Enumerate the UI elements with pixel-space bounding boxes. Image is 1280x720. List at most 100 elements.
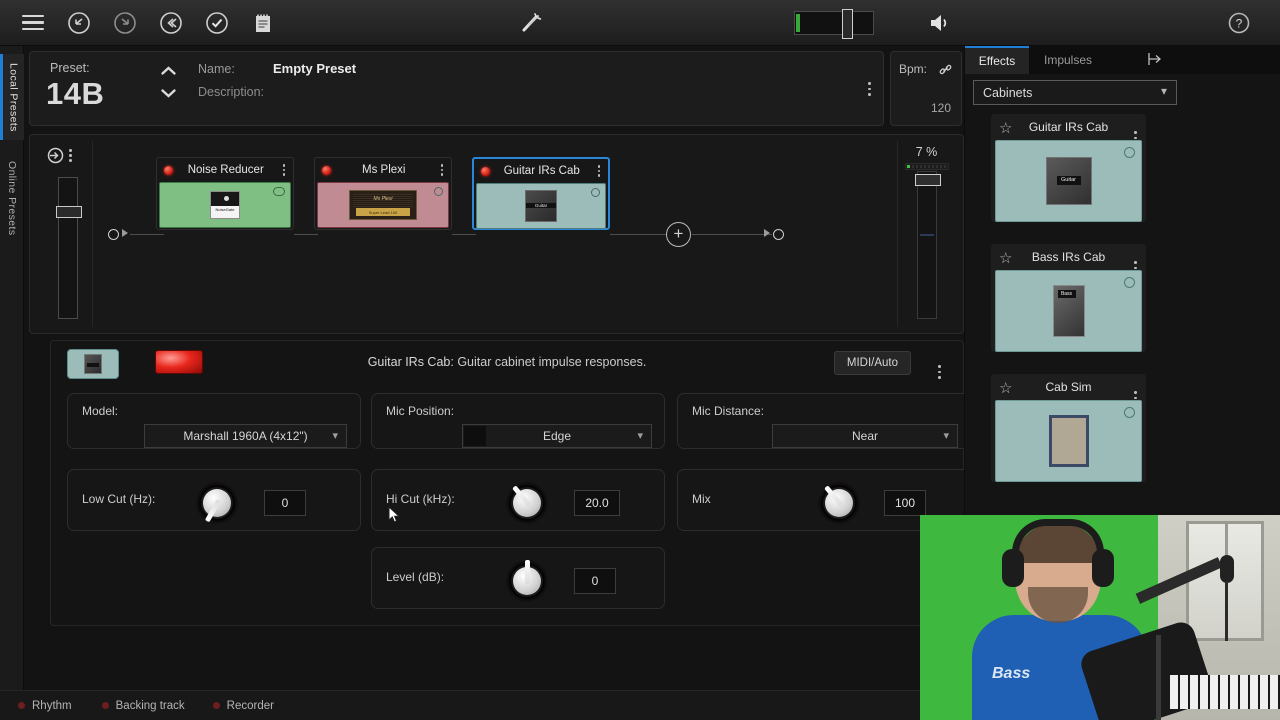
notes-button[interactable]	[240, 0, 286, 46]
hi-cut-value[interactable]: 20.0	[574, 490, 620, 516]
param-label: Hi Cut (kHz):	[386, 492, 455, 506]
category-select-value: Cabinets	[983, 85, 1033, 100]
undo-button[interactable]	[56, 0, 102, 46]
mic-position-select[interactable]: Edge ▾	[462, 424, 652, 448]
bottom-item-recorder[interactable]: Recorder	[212, 700, 274, 712]
effect-card-guitar-irs-cab[interactable]: ☆ Guitar IRs Cab Guitar	[991, 114, 1146, 222]
low-cut-value[interactable]: 0	[264, 490, 306, 516]
output-gain-fader[interactable]	[915, 171, 941, 319]
block-body: Ms Plexi Super Lead 100	[317, 182, 449, 228]
record-dot-icon	[212, 702, 220, 709]
bottom-item-rhythm[interactable]: Rhythm	[18, 700, 72, 712]
confirm-button[interactable]	[194, 0, 240, 46]
chain-block-guitar-irs-cab[interactable]: Guitar IRs Cab Guitar	[472, 157, 610, 230]
preset-up-button[interactable]	[155, 62, 181, 84]
output-percent-label: 7 %	[915, 145, 938, 159]
bass-cab-thumb: Bass	[1052, 285, 1085, 337]
preset-down-button[interactable]	[155, 84, 181, 106]
tab-label: Impulses	[1043, 53, 1093, 67]
level-value[interactable]: 0	[574, 568, 616, 594]
effect-card-cab-sim[interactable]: ☆ Cab Sim	[991, 374, 1146, 482]
input-controls[interactable]	[38, 141, 92, 164]
card-header: ☆ Cab Sim	[991, 374, 1146, 405]
app-root: ? Local Presets Online Presets Preset: 1…	[0, 0, 1280, 720]
webcam-shirt-text: Bass	[992, 665, 1031, 682]
tab-impulses[interactable]: Impulses	[1029, 46, 1107, 74]
block-menu-button[interactable]	[597, 165, 600, 177]
output-meter	[904, 163, 949, 170]
input-gain-fader[interactable]	[56, 177, 82, 319]
preset-menu-button[interactable]	[868, 72, 871, 96]
help-button[interactable]: ?	[1216, 0, 1262, 46]
param-low-cut: Low Cut (Hz): 0	[67, 469, 361, 531]
block-header: Guitar IRs Cab	[474, 159, 608, 183]
tab-effects[interactable]: Effects	[965, 46, 1029, 74]
mix-value[interactable]: 100	[884, 490, 926, 516]
speaker-button[interactable]	[916, 0, 962, 46]
chain-output-node[interactable]	[773, 229, 784, 240]
chain-block-ms-plexi[interactable]: Ms Plexi Ms Plexi Super Lead 100	[314, 157, 452, 230]
reset-button[interactable]	[148, 0, 194, 46]
block-menu-button[interactable]	[282, 164, 285, 176]
category-select[interactable]: Cabinets ▾	[973, 80, 1177, 105]
model-select[interactable]: Marshall 1960A (4x12") ▾	[144, 424, 347, 448]
preset-name-value[interactable]: Empty Preset	[273, 61, 356, 76]
mix-knob[interactable]	[818, 482, 860, 524]
menu-button[interactable]	[10, 0, 56, 46]
chevron-down-icon: ▾	[332, 430, 338, 442]
favorite-star-icon[interactable]: ☆	[999, 119, 1012, 137]
webcam-mic-stand	[1225, 581, 1228, 641]
bpm-card[interactable]: Bpm: 120	[890, 51, 962, 126]
effect-card-bass-irs-cab[interactable]: ☆ Bass IRs Cab Bass	[991, 244, 1146, 352]
bottom-item-backing-track[interactable]: Backing track	[101, 700, 185, 712]
input-menu-button[interactable]	[69, 148, 72, 163]
block-menu-button[interactable]	[440, 164, 443, 176]
rail-tab-online-presets[interactable]: Online Presets	[0, 150, 24, 246]
rail-tab-local-presets[interactable]: Local Presets	[0, 54, 24, 140]
webcam-keyboard	[1170, 675, 1280, 709]
card-header: ☆ Guitar IRs Cab	[991, 114, 1146, 145]
check-circle-icon	[206, 11, 228, 34]
master-volume-slider[interactable]	[794, 8, 874, 39]
bottom-bar: Rhythm Backing track Recorder	[0, 690, 964, 720]
chain-block-noise-reducer[interactable]: Noise Reducer NoiseGate	[156, 157, 294, 230]
volume-handle[interactable]	[842, 8, 853, 39]
hi-cut-knob[interactable]	[506, 482, 548, 524]
block-title: Guitar IRs Cab	[503, 165, 580, 177]
top-toolbar: ?	[0, 0, 1280, 46]
amp-logo-text: Ms Plexi	[373, 196, 393, 202]
card-indicator	[1124, 277, 1135, 288]
tools-button[interactable]	[508, 0, 554, 46]
bpm-value[interactable]: 120	[931, 101, 951, 115]
add-block-button[interactable]: +	[666, 222, 691, 247]
redo-button[interactable]	[102, 0, 148, 46]
param-label: Model:	[82, 404, 119, 418]
editor-menu-button[interactable]	[938, 355, 941, 379]
card-title: Guitar IRs Cab	[1028, 120, 1109, 134]
output-gain-handle[interactable]	[915, 174, 941, 186]
level-knob[interactable]	[506, 560, 548, 602]
mic-distance-select[interactable]: Near ▾	[772, 424, 958, 448]
param-label: Mic Distance:	[692, 404, 765, 418]
input-gain-handle[interactable]	[56, 206, 82, 218]
mic-position-select-value: Edge	[542, 429, 572, 443]
right-collapse-button[interactable]	[1146, 50, 1164, 73]
midi-auto-button[interactable]: MIDI/Auto	[833, 351, 911, 375]
block-title: Ms Plexi	[362, 164, 406, 176]
chain-input-node[interactable]	[108, 229, 119, 240]
preset-card: Preset: 14B Name: Empty Preset Descripti…	[29, 51, 884, 126]
chain-wire	[610, 234, 667, 235]
effect-editor-panel: Guitar IRs Cab: Guitar cabinet impulse r…	[50, 340, 971, 626]
favorite-star-icon[interactable]: ☆	[999, 249, 1012, 267]
param-label: Mix	[692, 492, 711, 506]
preset-stepper[interactable]	[155, 62, 181, 106]
chevron-up-icon	[160, 66, 176, 75]
effect-subtitle: Guitar cabinet impulse responses.	[457, 355, 647, 369]
signal-chain-panel: Noise Reducer NoiseGate Ms Plexi Ms Plex…	[29, 134, 964, 334]
favorite-star-icon[interactable]: ☆	[999, 379, 1012, 397]
low-cut-knob[interactable]	[196, 482, 238, 524]
effect-description: Guitar IRs Cab: Guitar cabinet impulse r…	[51, 355, 963, 369]
volume-track[interactable]	[794, 8, 874, 39]
output-marker	[920, 234, 934, 236]
bpm-link-button[interactable]	[938, 62, 953, 82]
